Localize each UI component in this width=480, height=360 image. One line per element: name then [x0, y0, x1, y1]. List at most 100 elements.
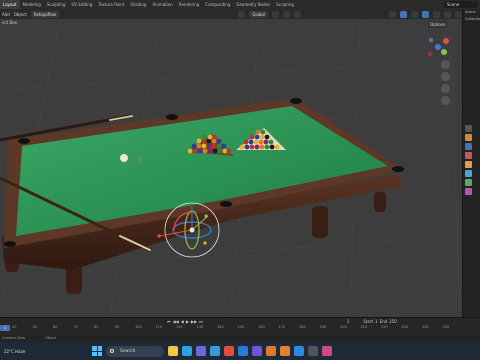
object-menu[interactable]: Object [14, 12, 27, 17]
timeline-tick: 40 [12, 325, 17, 329]
end-frame-field[interactable]: 250 [389, 319, 397, 324]
taskbar-search[interactable]: Search [106, 345, 164, 357]
photoshop-icon[interactable] [294, 346, 304, 356]
timeline-tick: 170 [278, 325, 286, 329]
viewport-scene [0, 19, 462, 317]
workspace-tab-rendering[interactable]: Rendering [176, 0, 202, 9]
vscode-icon[interactable] [238, 346, 248, 356]
tool-properties-icon[interactable] [465, 125, 472, 132]
workspace-tab-scripting[interactable]: Scripting [273, 0, 297, 9]
status-bar: Camera View Object [0, 335, 480, 342]
xray-icon[interactable] [422, 10, 429, 18]
timeline-tick: 250 [442, 325, 450, 329]
navigation-buttons [441, 60, 450, 105]
windows-start-icon[interactable] [92, 346, 102, 356]
timeline-ruler[interactable]: 40 50 60 70 80 90 100 110 120 130 140 150 160 170 180 1… [0, 325, 480, 331]
constraint-properties-icon[interactable] [465, 179, 472, 186]
start-frame-field[interactable]: 1 [375, 319, 378, 324]
current-frame-field[interactable]: 1 [347, 319, 350, 324]
material-properties-icon[interactable] [465, 188, 472, 195]
transform-orientation-icon[interactable] [238, 10, 246, 18]
jump-start-button[interactable]: ⏮ [167, 319, 171, 324]
media-icon[interactable] [322, 346, 332, 356]
object-properties-icon[interactable] [465, 161, 472, 168]
end-label: End [379, 319, 388, 324]
outliner-row-scene[interactable]: Scene [463, 9, 480, 16]
search-placeholder: Search [120, 348, 136, 354]
blender-icon[interactable] [266, 346, 276, 356]
3d-viewport[interactable] [0, 19, 462, 317]
timeline-tick: 200 [340, 325, 347, 329]
visibility-icon[interactable] [389, 10, 396, 18]
options-dropdown[interactable]: Options [428, 21, 448, 28]
workspace-tab-texture-paint[interactable]: Texture Paint [95, 0, 127, 9]
timeline-tick: 240 [422, 325, 429, 329]
output-properties-icon[interactable] [465, 143, 472, 150]
workspace-tab-sculpting[interactable]: Sculpting [44, 0, 69, 9]
file-explorer-icon[interactable] [168, 346, 178, 356]
render-properties-icon[interactable] [465, 134, 472, 141]
workspace-tab-modeling[interactable]: Modeling [20, 0, 44, 9]
workspace-tab-animation[interactable]: Animation [149, 0, 175, 9]
add-menu[interactable]: Add [2, 12, 10, 17]
overlay-icon[interactable] [411, 10, 418, 18]
timeline-tick: 190 [319, 325, 327, 329]
render-shading-icon[interactable] [455, 10, 462, 18]
timeline-tick: 210 [360, 325, 368, 329]
pivot-icon[interactable] [272, 10, 279, 18]
solid-shading-icon[interactable] [433, 10, 440, 18]
timeline-tick: 150 [237, 325, 245, 329]
timeline-tick: 60 [53, 325, 58, 329]
timeline[interactable]: ⏮ ◀◀ ◀ ▶ ▶▶ ⏭ 1 Start 1 End 250 40 50 60 70… [0, 317, 480, 335]
chrome-icon[interactable] [224, 346, 234, 356]
cue-ball [120, 154, 128, 162]
start-label: Start [363, 319, 374, 324]
transform-orientation-dropdown[interactable]: Global [249, 10, 268, 18]
timeline-tick: 90 [114, 325, 119, 329]
workspace-tab-compositing[interactable]: Compositing [202, 0, 233, 9]
taskbar-apps [164, 346, 332, 356]
outliner-row-collection[interactable]: Collection [463, 16, 480, 23]
play-reverse-button[interactable]: ◀ [181, 319, 184, 324]
scene-selector[interactable]: Scene [444, 1, 478, 8]
workspace-tab-shading[interactable]: Shading [127, 0, 149, 9]
gizmo-toggle-icon[interactable] [400, 10, 407, 18]
workspace-tab-uv-editing[interactable]: UV Editing [69, 0, 96, 9]
photos-icon[interactable] [210, 346, 220, 356]
workspace-tab-layout[interactable]: Layout [0, 0, 20, 9]
timeline-tick: 160 [258, 325, 265, 329]
timeline-tick: 130 [196, 325, 204, 329]
outliner-properties-panel: Scene Collection [462, 9, 480, 317]
status-right: Object [45, 336, 57, 340]
proportional-edit-icon[interactable] [294, 10, 301, 18]
panel-spacer [463, 23, 480, 123]
illustrator-icon[interactable] [280, 346, 290, 356]
playback-controls: ⏮ ◀◀ ◀ ▶ ▶▶ ⏭ 1 Start 1 End 250 [0, 318, 480, 325]
scene-properties-icon[interactable] [465, 152, 472, 159]
edge-icon[interactable] [182, 346, 192, 356]
material-shading-icon[interactable] [444, 10, 451, 18]
navigation-gizmo [427, 37, 449, 57]
tool-settings-label[interactable]: ect Box [0, 19, 17, 27]
modifier-properties-icon[interactable] [465, 170, 472, 177]
workspace-tab-geometry-nodes[interactable]: Geometry Nodes [233, 0, 273, 9]
jump-end-button[interactable]: ⏭ [199, 319, 203, 324]
status-left: Camera View [2, 336, 26, 340]
store-icon[interactable] [196, 346, 206, 356]
mode-dropdown[interactable]: Retopoflow [30, 10, 60, 18]
timeline-tick: 70 [73, 325, 78, 329]
obs-icon[interactable] [308, 346, 318, 356]
search-icon [110, 348, 114, 353]
play-button[interactable]: ▶ [186, 319, 189, 324]
step-back-button[interactable]: ◀◀ [173, 319, 179, 324]
snap-icon[interactable] [283, 10, 290, 18]
step-forward-button[interactable]: ▶▶ [191, 319, 197, 324]
weather-widget[interactable]: 22°C Haze [0, 349, 70, 354]
teams-icon[interactable] [252, 346, 262, 356]
playhead[interactable]: 1 [0, 325, 10, 331]
timeline-tick: 50 [32, 325, 37, 329]
viewport-header: Add Object Retopoflow Global [0, 9, 462, 19]
timeline-tick: 230 [401, 325, 409, 329]
timeline-tick: 120 [176, 325, 183, 329]
windows-taskbar: 22°C Haze Search [0, 342, 480, 360]
